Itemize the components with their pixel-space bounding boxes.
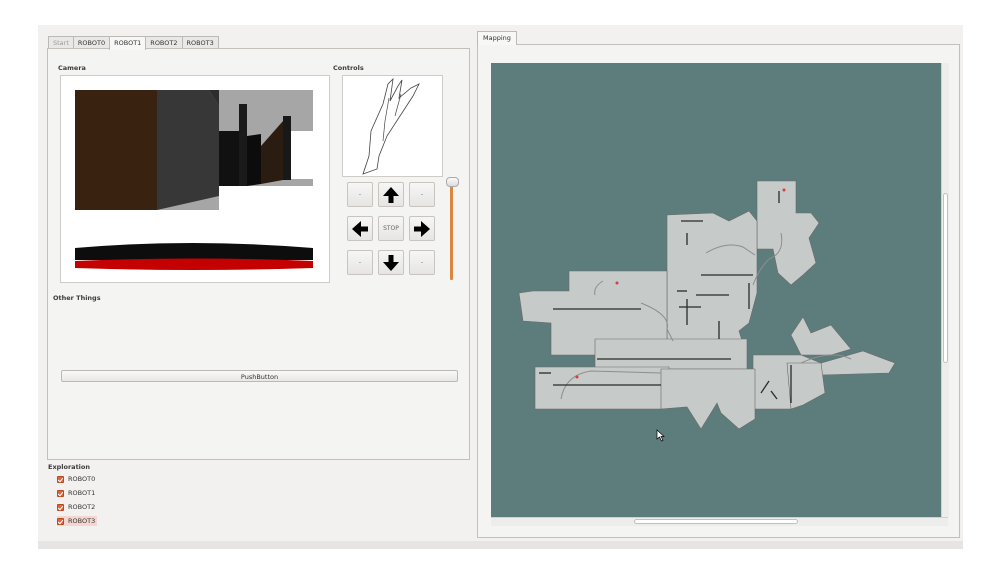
camera-image <box>61 76 329 282</box>
map-horizontal-scroll-thumb[interactable] <box>634 519 798 524</box>
exploration-robot3-label: ROBOT3 <box>68 517 96 525</box>
controls-preview <box>342 75 443 177</box>
forward-button[interactable] <box>378 182 404 207</box>
right-button[interactable] <box>409 216 435 241</box>
backward-button[interactable] <box>378 250 404 275</box>
exploration-robot1-label: ROBOT1 <box>68 489 96 497</box>
map-view[interactable] <box>491 63 942 517</box>
exploration-robot1-checkbox[interactable]: ROBOT1 <box>57 488 95 498</box>
checkbox-checked-icon <box>57 517 64 525</box>
exploration-robot2-checkbox[interactable]: ROBOT2 <box>57 502 95 512</box>
camera-label: Camera <box>58 64 86 72</box>
tab-mapping[interactable]: Mapping <box>477 31 517 45</box>
arrow-left-icon <box>352 220 368 237</box>
push-button[interactable]: PushButton <box>61 370 458 382</box>
exploration-robot0-checkbox[interactable]: ROBOT0 <box>57 474 95 484</box>
map-vertical-scrollbar[interactable] <box>941 63 949 517</box>
exploration-robot0-label: ROBOT0 <box>68 475 96 483</box>
up-left-button[interactable]: - <box>347 182 373 207</box>
up-right-button[interactable]: - <box>409 182 435 207</box>
other-things-label: Other Things <box>53 294 101 302</box>
map-horizontal-scrollbar[interactable] <box>491 517 948 526</box>
checkbox-checked-icon <box>57 489 64 497</box>
down-right-button[interactable]: - <box>409 250 435 275</box>
occupancy-map <box>518 180 896 442</box>
speed-slider-handle[interactable] <box>446 177 459 187</box>
checkbox-checked-icon <box>57 475 64 483</box>
mouse-cursor <box>656 429 665 442</box>
exploration-robot2-label: ROBOT2 <box>68 503 96 511</box>
stop-button[interactable]: STOP <box>378 216 404 241</box>
arrow-up-icon <box>383 186 399 203</box>
speed-slider[interactable] <box>450 182 453 280</box>
exploration-robot3-checkbox[interactable]: ROBOT3 <box>57 516 98 526</box>
controls-trajectory-image <box>362 77 420 175</box>
exploration-label: Exploration <box>48 463 90 471</box>
controls-label: Controls <box>333 64 364 72</box>
tab-robot1[interactable]: ROBOT1 <box>109 36 147 50</box>
arrow-right-icon <box>414 220 430 237</box>
left-button[interactable] <box>347 216 373 241</box>
down-left-button[interactable]: - <box>347 250 373 275</box>
status-bar <box>38 541 963 549</box>
checkbox-checked-icon <box>57 503 64 511</box>
arrow-down-icon <box>383 254 399 271</box>
camera-view <box>60 75 330 283</box>
map-vertical-scroll-thumb[interactable] <box>943 193 948 363</box>
